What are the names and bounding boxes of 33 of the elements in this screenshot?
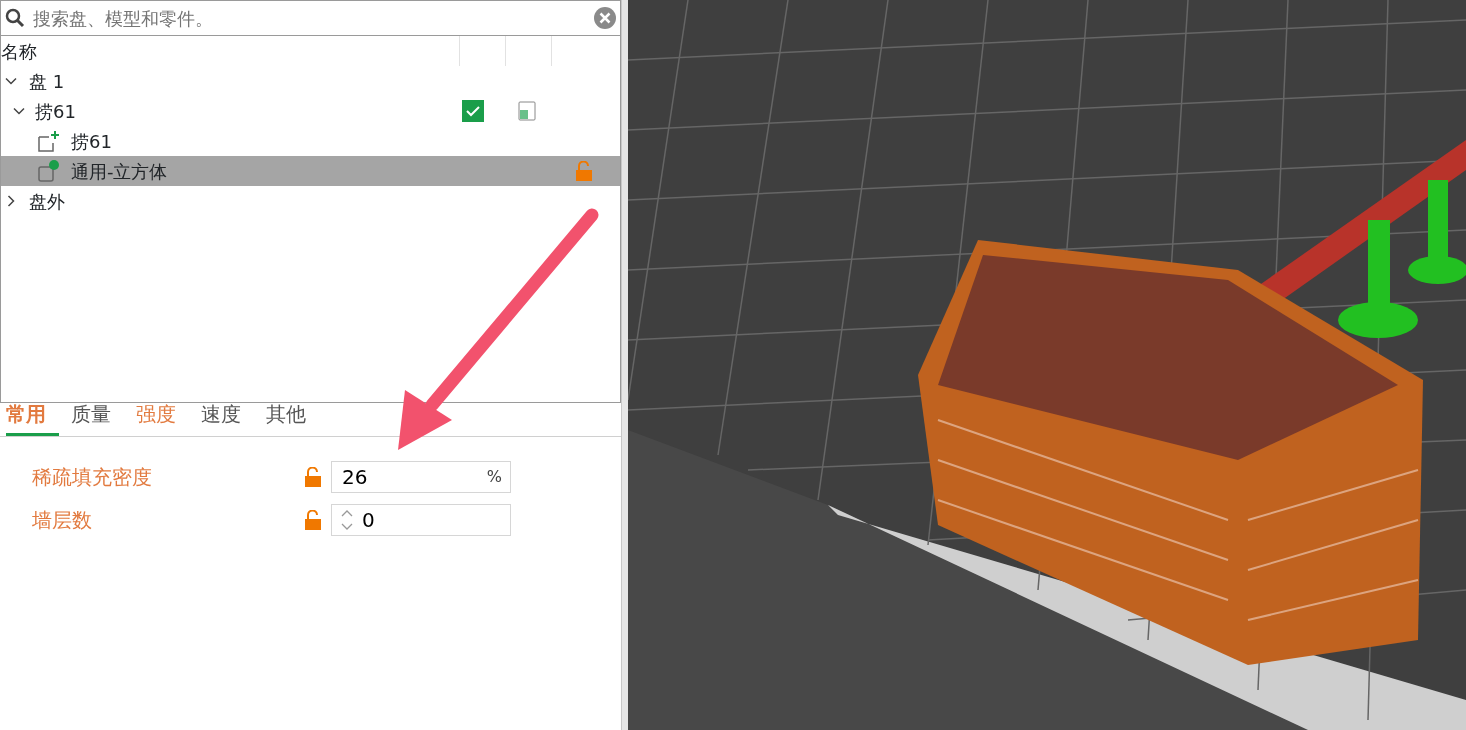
- tree-label: 捞61: [71, 129, 112, 154]
- tree-row[interactable]: 通用-立方体: [1, 156, 620, 186]
- unit-label: %: [486, 465, 502, 488]
- value-input[interactable]: 0: [360, 503, 502, 536]
- tab[interactable]: 速度: [201, 399, 254, 436]
- tree-label: 盘外: [29, 189, 65, 214]
- chevron-icon[interactable]: [5, 75, 17, 87]
- lock-icon[interactable]: [305, 466, 321, 487]
- paint-icon[interactable]: [518, 101, 536, 121]
- chevron-icon[interactable]: [5, 195, 17, 207]
- setting-label: 稀疏填充密度: [31, 463, 153, 491]
- tab[interactable]: 质量: [71, 399, 124, 436]
- tree-label: 盘 1: [29, 69, 65, 94]
- setting-label: 墙层数: [31, 506, 93, 534]
- tree-label: 捞61: [35, 99, 76, 124]
- tree-label: 通用-立方体: [71, 159, 168, 184]
- value-input[interactable]: 26: [340, 460, 481, 493]
- search-field[interactable]: 搜索盘、模型和零件。: [0, 0, 621, 36]
- value-field[interactable]: 26 %: [331, 460, 511, 493]
- tree-row[interactable]: 盘 1: [1, 66, 620, 96]
- checkbox[interactable]: [462, 100, 484, 122]
- chevron-icon[interactable]: [13, 105, 25, 117]
- lock-icon[interactable]: [305, 509, 321, 530]
- part-icon: [37, 130, 61, 152]
- search-icon: [5, 8, 25, 28]
- tab[interactable]: 其他: [266, 399, 319, 436]
- tree-row[interactable]: 捞61: [1, 126, 620, 156]
- clear-icon[interactable]: [594, 7, 616, 29]
- spin-field[interactable]: 0: [331, 503, 511, 536]
- modifier-icon: [37, 160, 61, 182]
- tree-row[interactable]: 盘外: [1, 186, 620, 216]
- tree-row[interactable]: 捞61: [1, 96, 620, 126]
- column-header: 名称: [1, 39, 38, 64]
